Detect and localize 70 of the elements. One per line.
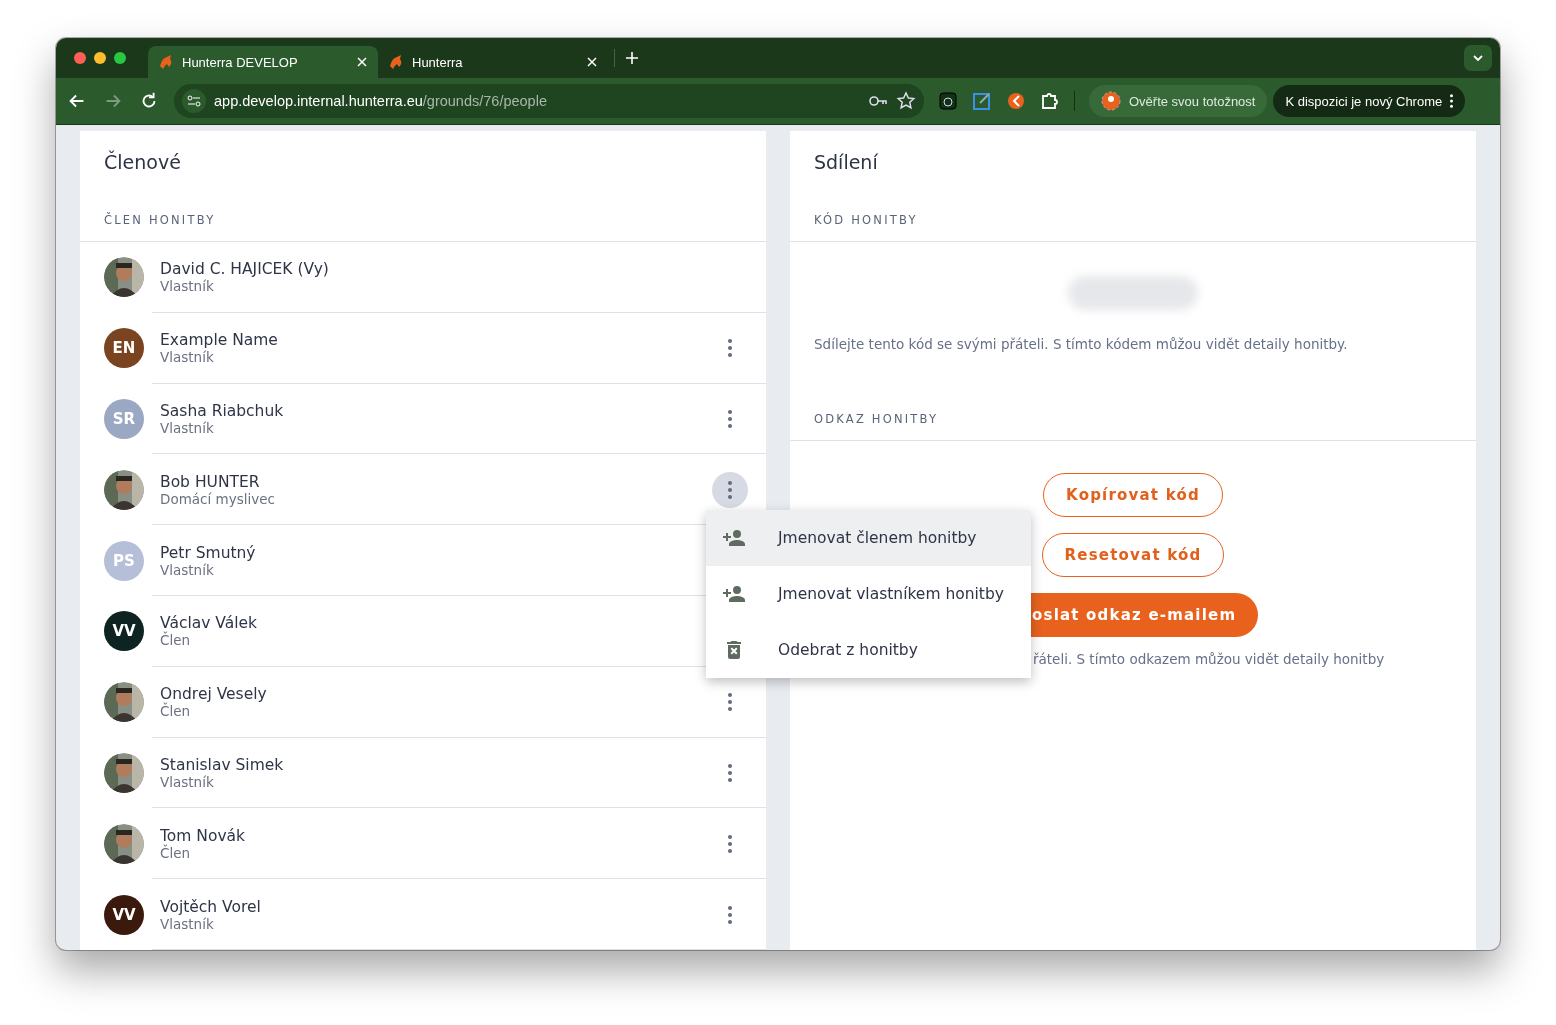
member-name: Vojtěch Vorel: [160, 897, 261, 916]
card-title: Členové: [103, 149, 182, 173]
update-button[interactable]: K dispozici je nový Chrome: [1273, 85, 1466, 117]
more-icon: [728, 339, 732, 358]
code-button[interactable]: Kopírovat kód: [1043, 473, 1223, 517]
browser-tab[interactable]: Hunterra: [378, 46, 608, 78]
avatar: SR: [104, 399, 144, 439]
avatar-icon: [1101, 91, 1121, 111]
member-role: Vlastník: [160, 561, 214, 578]
member-role: Člen: [160, 844, 191, 861]
member-name: Sasha Riabchuk: [160, 402, 284, 420]
more-icon: [728, 763, 732, 782]
url-text: app.develop.internal.hunterra.eu/grounds/76/people: [214, 93, 548, 109]
more-icon: [728, 480, 732, 499]
close-icon[interactable]: [586, 56, 598, 68]
member-role: Vlastník: [160, 915, 214, 932]
star-icon[interactable]: [896, 91, 916, 111]
menu-item[interactable]: Jmenovat vlastníkem honitby: [706, 566, 1031, 622]
site-settings-icon[interactable]: [182, 89, 206, 113]
puzzle-icon[interactable]: [1040, 91, 1060, 111]
member-name: Ondrej Vesely: [160, 685, 267, 704]
code-hint: Sdílejte tento kód se svými přáteli. S tímto kódem můžou vidět detaily honitby.: [813, 335, 1349, 352]
avatar: VV: [104, 611, 144, 652]
more-icon: [728, 693, 732, 712]
tab-title: Hunterra DEVELOP: [182, 54, 299, 70]
address-bar[interactable]: app.develop.internal.hunterra.eu/grounds/76/people: [174, 84, 924, 118]
profile-button[interactable]: Ověřte svou totožnost: [1089, 85, 1268, 117]
member-role: Vlastník: [160, 773, 214, 790]
more-icon: [728, 834, 732, 853]
avatar: EN: [104, 328, 144, 369]
member-name: Stanislav Simek: [160, 755, 284, 774]
extension-icon[interactable]: [938, 91, 958, 111]
member-name: Bob HUNTER: [160, 472, 260, 491]
edit-icon[interactable]: [972, 91, 992, 111]
logo-icon: [388, 54, 404, 70]
member-role: Člen: [160, 703, 191, 720]
chevron-icon: [1472, 52, 1484, 64]
avatar: VV: [104, 894, 144, 935]
member-role: Vlastník: [160, 420, 214, 436]
section-label: KÓD HONITBY: [790, 173, 1476, 242]
link-hint: řáteli. S tímto odkazem můžou vidět detaily honitby: [1033, 651, 1386, 667]
close-window-button[interactable]: [74, 52, 86, 64]
more-icon: [728, 410, 732, 428]
circle-logo-icon[interactable]: [1006, 91, 1026, 111]
member-role: Vlastník: [160, 278, 214, 295]
menu-item[interactable]: Jmenovat členem honitby: [706, 510, 1031, 566]
zoom-window-button[interactable]: [114, 52, 126, 64]
more-button[interactable]: [712, 471, 748, 508]
tab-search-button[interactable]: [1464, 45, 1492, 71]
section-label: ODKAZ HONITBY: [790, 352, 1476, 441]
code-button[interactable]: Resetovat kód: [1041, 533, 1225, 577]
browser-tab[interactable]: Hunterra DEVELOP: [148, 46, 378, 78]
section-label: ČLEN HONITBY: [80, 173, 766, 242]
more-icon: [728, 905, 732, 924]
member-role: Vlastník: [160, 349, 214, 366]
close-icon[interactable]: [356, 56, 368, 68]
member-name: Petr Smutný: [160, 543, 256, 562]
member-name: Tom Novák: [160, 826, 246, 845]
more-icon: [1450, 94, 1454, 108]
member-name: Example Name: [160, 331, 278, 350]
logo-icon: [158, 54, 174, 70]
avatar: PS: [104, 540, 144, 581]
member-name: David C. HAJICEK (Vy): [160, 260, 329, 279]
card-title: Sdílení: [813, 150, 879, 173]
member-role: Člen: [160, 632, 191, 649]
tab-title: Hunterra: [412, 54, 464, 70]
menu-item[interactable]: Odebrat z honitby: [706, 622, 1031, 678]
new-tab-icon[interactable]: [625, 51, 639, 65]
minimize-window-button[interactable]: [94, 52, 106, 64]
member-role: Domácí myslivec: [160, 490, 275, 507]
